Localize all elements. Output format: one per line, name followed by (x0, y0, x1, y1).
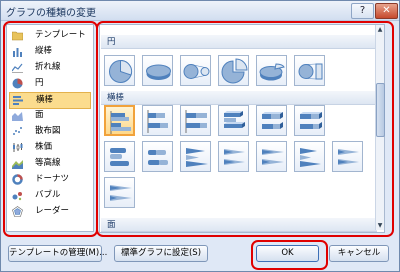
title-bar: グラフの種類の変更 ? ✕ (1, 1, 399, 21)
close-button[interactable]: ✕ (375, 3, 398, 19)
ok-button-highlight (251, 240, 328, 270)
category-list-highlight (3, 21, 98, 237)
gallery-highlight (96, 21, 394, 237)
help-button[interactable]: ? (351, 3, 374, 19)
dialog-title: グラフの種類の変更 (6, 8, 96, 19)
manage-templates-button[interactable]: テンプレートの管理(M)... (8, 245, 107, 262)
cancel-button[interactable]: キャンセル (329, 245, 389, 262)
set-default-chart-button[interactable]: 標準グラフに設定(S) (114, 245, 208, 262)
